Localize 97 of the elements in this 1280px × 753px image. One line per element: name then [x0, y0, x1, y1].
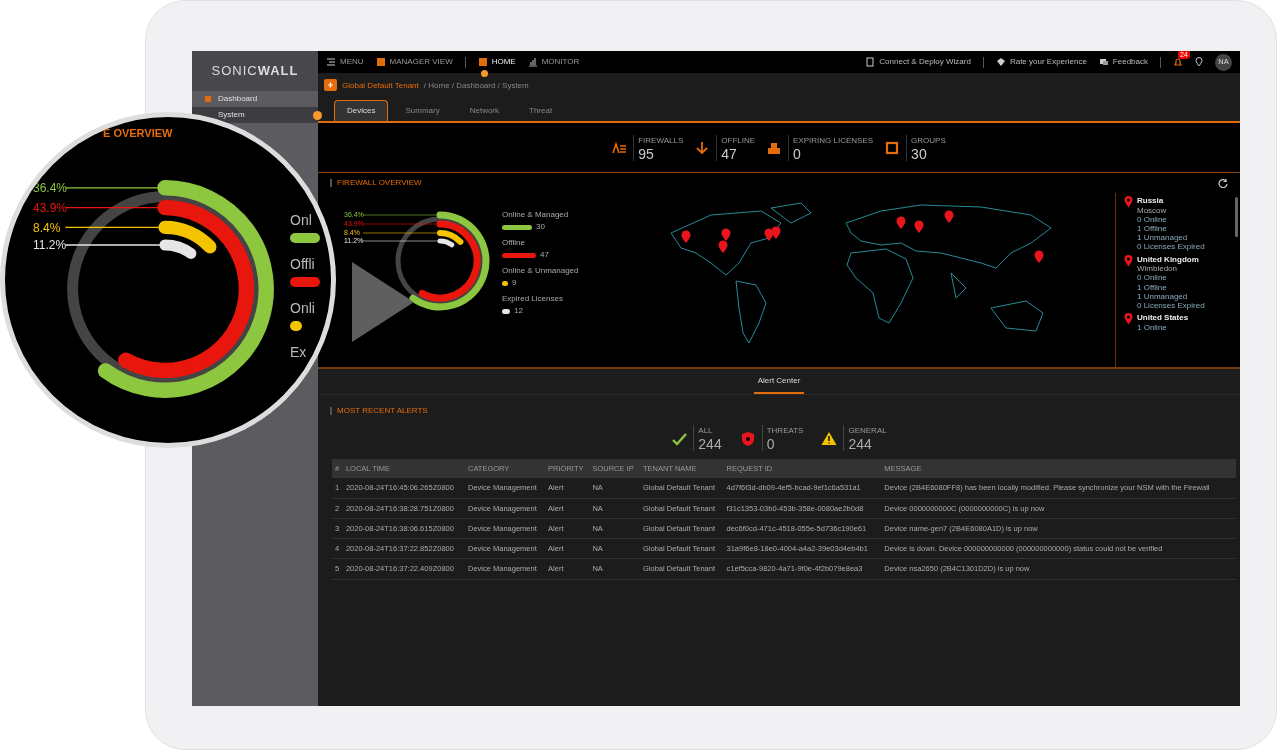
map-pin-icon: [1124, 196, 1133, 208]
stat-value: 0: [793, 146, 802, 161]
warning-icon: [821, 430, 838, 446]
map-pin-icon[interactable]: [1034, 250, 1043, 263]
location-status: 1 Unmanaged: [1137, 291, 1189, 301]
refresh-icon[interactable]: [1218, 178, 1228, 188]
location-status: 0 Licenses Expired: [1137, 300, 1205, 311]
nav-item[interactable]: MONITOR: [527, 57, 580, 67]
toolbar-link[interactable]: Feedback: [1098, 57, 1148, 67]
map-pin-icon[interactable]: [914, 220, 923, 233]
map-pin-icon: [1124, 313, 1133, 326]
nav-item[interactable]: MANAGER VIEW: [375, 57, 453, 67]
location-country: United Kingdom: [1137, 254, 1200, 265]
location-status: 1 Offline: [1137, 282, 1168, 292]
legend-count: 47: [540, 249, 549, 261]
tab[interactable]: Alert Center: [753, 371, 805, 394]
square-icon: [375, 57, 386, 67]
count-label: GENERAL: [848, 425, 887, 437]
section-title: E OVERVIEW: [103, 126, 173, 141]
location-city: Wimbledon: [1137, 264, 1178, 274]
location-country: Russia: [1137, 196, 1165, 206]
tenant-link[interactable]: Global Default Tenant: [342, 79, 419, 92]
location-status: 1 Online: [1137, 322, 1168, 332]
legend-label: Online & Unmanaged: [502, 265, 580, 277]
map-pin-icon[interactable]: [764, 228, 773, 241]
legend-label: Offli: [290, 257, 315, 271]
diamond-icon: [995, 57, 1006, 67]
scrollbar[interactable]: [1235, 197, 1238, 237]
tab[interactable]: Threat: [516, 100, 566, 121]
legend-label: Onli: [290, 301, 315, 315]
section-title: FIREWALL OVERVIEW: [337, 177, 422, 189]
section-title: MOST RECENT ALERTS: [337, 405, 428, 417]
bell-icon[interactable]: [1173, 57, 1183, 67]
arrow-down-icon: [695, 140, 711, 155]
tenant-icon: [324, 78, 337, 93]
square-icon: [885, 140, 901, 155]
legend-count: 12: [514, 305, 523, 317]
location-country: United States: [1137, 313, 1189, 323]
chart-icon: [527, 57, 538, 67]
play-triangle-icon: [352, 262, 414, 342]
stat-value: 95: [638, 146, 655, 161]
stat-label: FIREWALLS: [638, 134, 684, 147]
location-status: 1 Unmanaged: [1137, 233, 1189, 243]
location-city: Moscow: [1137, 205, 1168, 215]
location-status: 0 Licenses Expired: [1137, 242, 1205, 252]
count-value: 244: [698, 437, 722, 451]
map-pin-icon[interactable]: [721, 228, 730, 241]
legend-count: 9: [512, 277, 517, 289]
pin-icon[interactable]: [1195, 57, 1203, 67]
map-pin-icon[interactable]: [771, 226, 780, 239]
map-pin-icon[interactable]: [681, 230, 690, 243]
tab[interactable]: Summary: [392, 100, 453, 121]
sidebar-item[interactable]: Dashboard: [192, 91, 318, 107]
map-pin-icon[interactable]: [718, 240, 727, 253]
selection-dot: [480, 70, 488, 77]
count-value: 0: [766, 437, 776, 451]
count-label: ALL: [698, 425, 714, 437]
chat-icon: [1098, 57, 1109, 67]
stat-label: OFFLINE: [721, 134, 756, 147]
map-pin-icon[interactable]: [896, 216, 905, 229]
stat-label: GROUPS: [911, 134, 946, 147]
breadcrumb: / Home / Dashboard / System: [423, 79, 529, 92]
legend-label: Expired Licenses: [502, 293, 564, 305]
percent-label: 43.9%: [33, 200, 68, 215]
legend-label: Ex: [290, 345, 307, 359]
license-icon: [767, 140, 783, 155]
location-status: 0 Online: [1137, 273, 1168, 283]
percent-label: 11.2%: [33, 238, 67, 253]
toolbar-link[interactable]: Connect & Deploy Wizard: [865, 57, 971, 67]
toolbar-link[interactable]: Rate your Experience: [995, 57, 1087, 67]
location-status: 1 Offline: [1137, 223, 1168, 234]
legend-label: Onl: [290, 213, 312, 227]
map-pin-icon: [1124, 254, 1133, 267]
nav-item[interactable]: MENU: [326, 57, 364, 67]
square-icon: [477, 57, 488, 67]
firewall-icon: [612, 140, 628, 155]
stat-value: 47: [721, 146, 738, 161]
shield-icon: [739, 430, 756, 446]
legend-count: 30: [536, 221, 545, 233]
selection-dot: [313, 110, 322, 120]
legend-label: Offline: [502, 237, 526, 249]
nav-item[interactable]: HOME: [477, 57, 516, 67]
document-icon: [865, 57, 876, 67]
stat-value: 30: [911, 146, 928, 161]
tab[interactable]: Devices: [334, 100, 389, 121]
logo: SONICWALL: [211, 62, 299, 81]
count-value: 244: [848, 437, 873, 451]
location-status: 0 Online: [1137, 214, 1168, 224]
dashboard-icon: [204, 95, 212, 103]
menu-icon: [326, 57, 336, 67]
stat-label: EXPIRING LICENSES: [793, 134, 874, 147]
map-pin-icon[interactable]: [944, 210, 953, 223]
percent-label: 36.4%: [33, 181, 68, 195]
legend-label: Online & Managed: [502, 209, 570, 221]
count-label: THREATS: [766, 425, 804, 437]
percent-label: 8.4%: [33, 220, 61, 235]
tab[interactable]: Network: [456, 100, 513, 121]
